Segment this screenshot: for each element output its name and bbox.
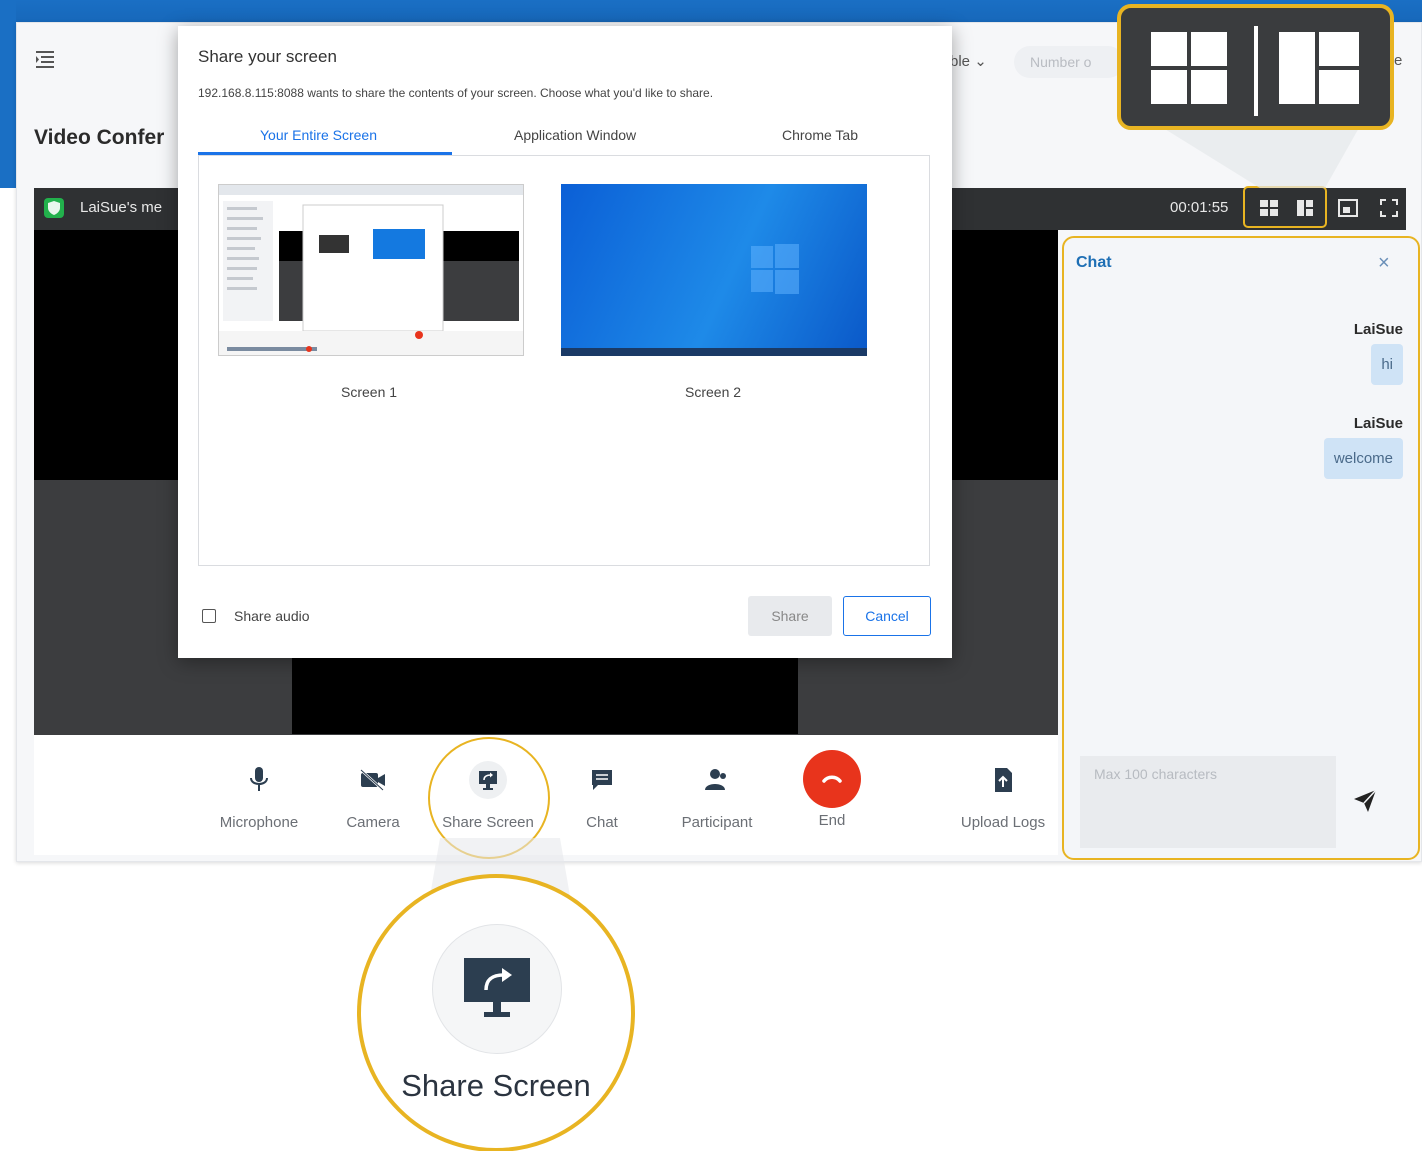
end-label: End (818, 812, 846, 829)
microphone-icon (239, 760, 279, 800)
share-button[interactable]: Share (748, 596, 832, 636)
header-select-label: ble (950, 53, 971, 70)
active-tab-indicator (198, 152, 452, 155)
camera-off-icon (353, 760, 393, 800)
meeting-name: LaiSue's me (80, 199, 163, 216)
meeting-timer: 00:01:55 (1170, 199, 1229, 216)
upload-logs-icon (983, 760, 1023, 800)
upload-logs-label: Upload Logs (960, 814, 1046, 831)
close-icon[interactable]: × (1378, 252, 1390, 275)
chat-title: Chat (1076, 254, 1112, 271)
microphone-button[interactable]: Microphone (204, 760, 314, 831)
camera-label: Camera (346, 814, 400, 831)
header-select[interactable]: ble ⌄ (950, 52, 987, 70)
screenshot: Video Confer ble ⌄ Number o e LaiSue's m… (0, 0, 1422, 1151)
zoom-label: Share Screen (401, 1068, 591, 1103)
layout-highlight-box (1243, 186, 1327, 228)
chat-message-bubble: welcome (1323, 438, 1403, 479)
fullscreen-icon[interactable] (1374, 194, 1404, 222)
chat-label: Chat (586, 814, 618, 831)
chat-button[interactable]: Chat (547, 760, 657, 831)
menu-icon[interactable] (34, 48, 56, 70)
chat-message-input[interactable]: Max 100 characters (1080, 756, 1336, 848)
end-call-button[interactable]: End (777, 750, 887, 829)
header-select-2[interactable]: e (1394, 52, 1402, 69)
shield-icon (44, 198, 64, 218)
screen-1-thumbnail[interactable] (218, 184, 524, 356)
screen-1-label: Screen 1 (341, 384, 398, 400)
chevron-down-icon: ⌄ (970, 53, 987, 70)
share-audio-checkbox[interactable] (202, 609, 216, 623)
left-blue-strip (0, 0, 16, 188)
share-audio-label: Share audio (234, 608, 310, 624)
send-icon[interactable] (1350, 786, 1380, 816)
participant-button[interactable]: Participant (662, 760, 772, 831)
chat-message-sender: LaiSue (1353, 415, 1403, 432)
upload-logs-button[interactable]: Upload Logs (948, 760, 1058, 831)
layout-icons-callout (1117, 4, 1394, 130)
share-screen-zoom-icon (462, 956, 532, 1020)
participant-label: Participant (681, 814, 753, 831)
page-title: Video Confer (34, 126, 165, 149)
tab-chrome-tab[interactable]: Chrome Tab (782, 127, 858, 143)
number-input[interactable]: Number o (1014, 46, 1124, 78)
chat-icon (582, 760, 622, 800)
picture-in-picture-icon[interactable] (1333, 194, 1363, 222)
camera-button[interactable]: Camera (318, 760, 428, 831)
screen-2-label: Screen 2 (685, 384, 742, 400)
video-feed-center (292, 650, 798, 734)
microphone-label: Microphone (219, 814, 299, 831)
end-call-icon (803, 750, 861, 808)
header-select2-label: e (1394, 52, 1403, 69)
chat-message-sender: LaiSue (1353, 321, 1403, 338)
tab-application-window[interactable]: Application Window (514, 127, 636, 143)
chat-message-bubble: hi (1371, 344, 1403, 385)
cancel-button[interactable]: Cancel (843, 596, 931, 636)
participant-icon (697, 760, 737, 800)
dialog-title: Share your screen (198, 47, 337, 66)
screen-2-thumbnail[interactable] (561, 184, 867, 356)
tab-entire-screen[interactable]: Your Entire Screen (260, 127, 377, 143)
dialog-description: 192.168.8.115:8088 wants to share the co… (198, 86, 714, 100)
